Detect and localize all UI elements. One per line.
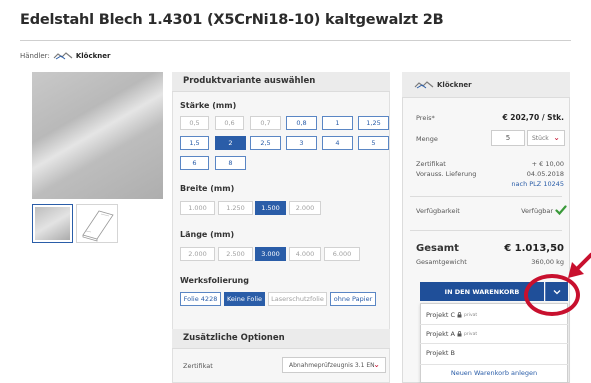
width-option[interactable]: 1.250 bbox=[218, 201, 253, 215]
unit-select[interactable]: Stück ⌄ bbox=[527, 130, 565, 146]
variant-panel-title: Produktvariante auswählen bbox=[183, 76, 316, 86]
thickness-option[interactable]: 0,6 bbox=[215, 116, 244, 130]
weight-label: Gesamtgewicht bbox=[416, 258, 467, 266]
foil-option[interactable]: Folie 4228 bbox=[180, 292, 221, 306]
thickness-option[interactable]: 1,25 bbox=[358, 116, 389, 130]
order-divider bbox=[410, 230, 562, 231]
kloeckner-logo-icon bbox=[53, 52, 73, 60]
thickness-option[interactable]: 0,7 bbox=[250, 116, 281, 130]
certificate-select[interactable]: Abnahmeprüfzeugnis 3.1 EN ⌄ bbox=[282, 357, 386, 373]
order-dealer: Klöckner bbox=[414, 81, 472, 89]
delivery-postcode-link[interactable]: nach PLZ 10245 bbox=[511, 180, 564, 188]
width-label: Breite (mm) bbox=[180, 184, 235, 193]
price-label: Preis* bbox=[416, 114, 435, 122]
certificate-price: + € 10,00 bbox=[531, 160, 564, 168]
order-divider bbox=[410, 196, 562, 197]
width-option[interactable]: 1.000 bbox=[180, 201, 215, 215]
cart-options-toggle[interactable] bbox=[545, 282, 568, 301]
chevron-down-icon: ⌄ bbox=[553, 133, 560, 142]
foil-option[interactable]: ohne Papier bbox=[330, 292, 376, 306]
kloeckner-logo-icon bbox=[414, 81, 434, 89]
length-option[interactable]: 2.500 bbox=[218, 247, 253, 261]
thickness-option[interactable]: 4 bbox=[322, 136, 353, 150]
thickness-option[interactable]: 8 bbox=[215, 156, 246, 170]
lock-icon bbox=[457, 312, 462, 318]
page-title: Edelstahl Blech 1.4301 (X5CrNi18-10) kal… bbox=[20, 12, 444, 28]
thickness-option[interactable]: 2 bbox=[215, 136, 246, 150]
thickness-option[interactable]: 1 bbox=[322, 116, 353, 130]
dealer-name: Klöckner bbox=[75, 52, 111, 60]
foil-label: Werksfolierung bbox=[180, 276, 249, 285]
order-certificate-label: Zertifikat bbox=[416, 160, 446, 168]
certificate-label: Zertifikat bbox=[183, 362, 213, 370]
project-name: Projekt A bbox=[426, 330, 455, 338]
project-name: Projekt C bbox=[426, 311, 456, 319]
thickness-option[interactable]: 2,5 bbox=[250, 136, 281, 150]
length-option[interactable]: 4.000 bbox=[289, 247, 321, 261]
title-divider bbox=[20, 40, 571, 41]
private-badge: privat bbox=[464, 312, 478, 318]
availability-label: Verfügbarkeit bbox=[416, 207, 460, 215]
length-option[interactable]: 6.000 bbox=[324, 247, 360, 261]
product-thumbnail-sheet[interactable] bbox=[32, 204, 73, 243]
lock-icon bbox=[457, 331, 462, 337]
dropdown-separator bbox=[420, 343, 568, 344]
dealer-label: Händler: bbox=[20, 52, 50, 60]
project-option[interactable]: Projekt B bbox=[426, 349, 455, 357]
foil-option[interactable]: Laserschutzfolie bbox=[268, 292, 327, 306]
thickness-option[interactable]: 3 bbox=[286, 136, 317, 150]
width-option[interactable]: 2.000 bbox=[289, 201, 321, 215]
thickness-option[interactable]: 5 bbox=[358, 136, 389, 150]
thickness-option[interactable]: 0,5 bbox=[180, 116, 209, 130]
foil-option[interactable]: Keine Folie bbox=[224, 292, 265, 306]
order-dealer-name: Klöckner bbox=[437, 81, 472, 89]
delivery-label: Vorauss. Lieferung bbox=[416, 170, 477, 178]
extras-panel-title: Zusätzliche Optionen bbox=[183, 333, 285, 343]
total-value: € 1.013,50 bbox=[504, 243, 564, 254]
product-main-image bbox=[32, 72, 163, 199]
availability-value: Verfügbar bbox=[521, 207, 553, 215]
price-value: € 202,70 / Stk. bbox=[502, 113, 564, 122]
width-option[interactable]: 1.500 bbox=[255, 201, 286, 215]
length-option[interactable]: 2.000 bbox=[180, 247, 215, 261]
dropdown-separator bbox=[420, 364, 568, 365]
check-icon bbox=[555, 205, 567, 216]
length-label: Länge (mm) bbox=[180, 230, 235, 239]
total-label: Gesamt bbox=[416, 243, 459, 254]
project-option[interactable]: Projekt A privat bbox=[426, 330, 477, 338]
delivery-date: 04.05.2018 bbox=[526, 170, 564, 178]
certificate-select-value: Abnahmeprüfzeugnis 3.1 EN bbox=[289, 361, 375, 369]
sheet-drawing-icon bbox=[82, 210, 114, 242]
dealer-line: Händler: Klöckner bbox=[20, 52, 110, 60]
chevron-down-icon: ⌄ bbox=[373, 360, 380, 369]
product-thumbnail-drawing[interactable] bbox=[76, 204, 118, 243]
new-cart-link[interactable]: Neuen Warenkorb anlegen bbox=[420, 369, 568, 377]
unit-select-value: Stück bbox=[532, 134, 549, 142]
thickness-option[interactable]: 6 bbox=[180, 156, 209, 170]
project-option[interactable]: Projekt C privat bbox=[426, 311, 477, 319]
weight-value: 360,00 kg bbox=[531, 258, 564, 266]
thickness-label: Stärke (mm) bbox=[180, 101, 237, 110]
private-badge: privat bbox=[463, 331, 478, 337]
quantity-input[interactable]: 5 bbox=[491, 130, 525, 146]
chevron-down-icon bbox=[553, 289, 561, 294]
add-to-cart-button[interactable]: IN DEN WARENKORB bbox=[420, 282, 544, 301]
quantity-label: Menge bbox=[416, 135, 438, 143]
project-name: Projekt B bbox=[426, 349, 455, 357]
thickness-option[interactable]: 0,8 bbox=[286, 116, 317, 130]
dropdown-separator bbox=[420, 324, 568, 325]
thickness-option[interactable]: 1,5 bbox=[180, 136, 209, 150]
length-option[interactable]: 3.000 bbox=[255, 247, 286, 261]
